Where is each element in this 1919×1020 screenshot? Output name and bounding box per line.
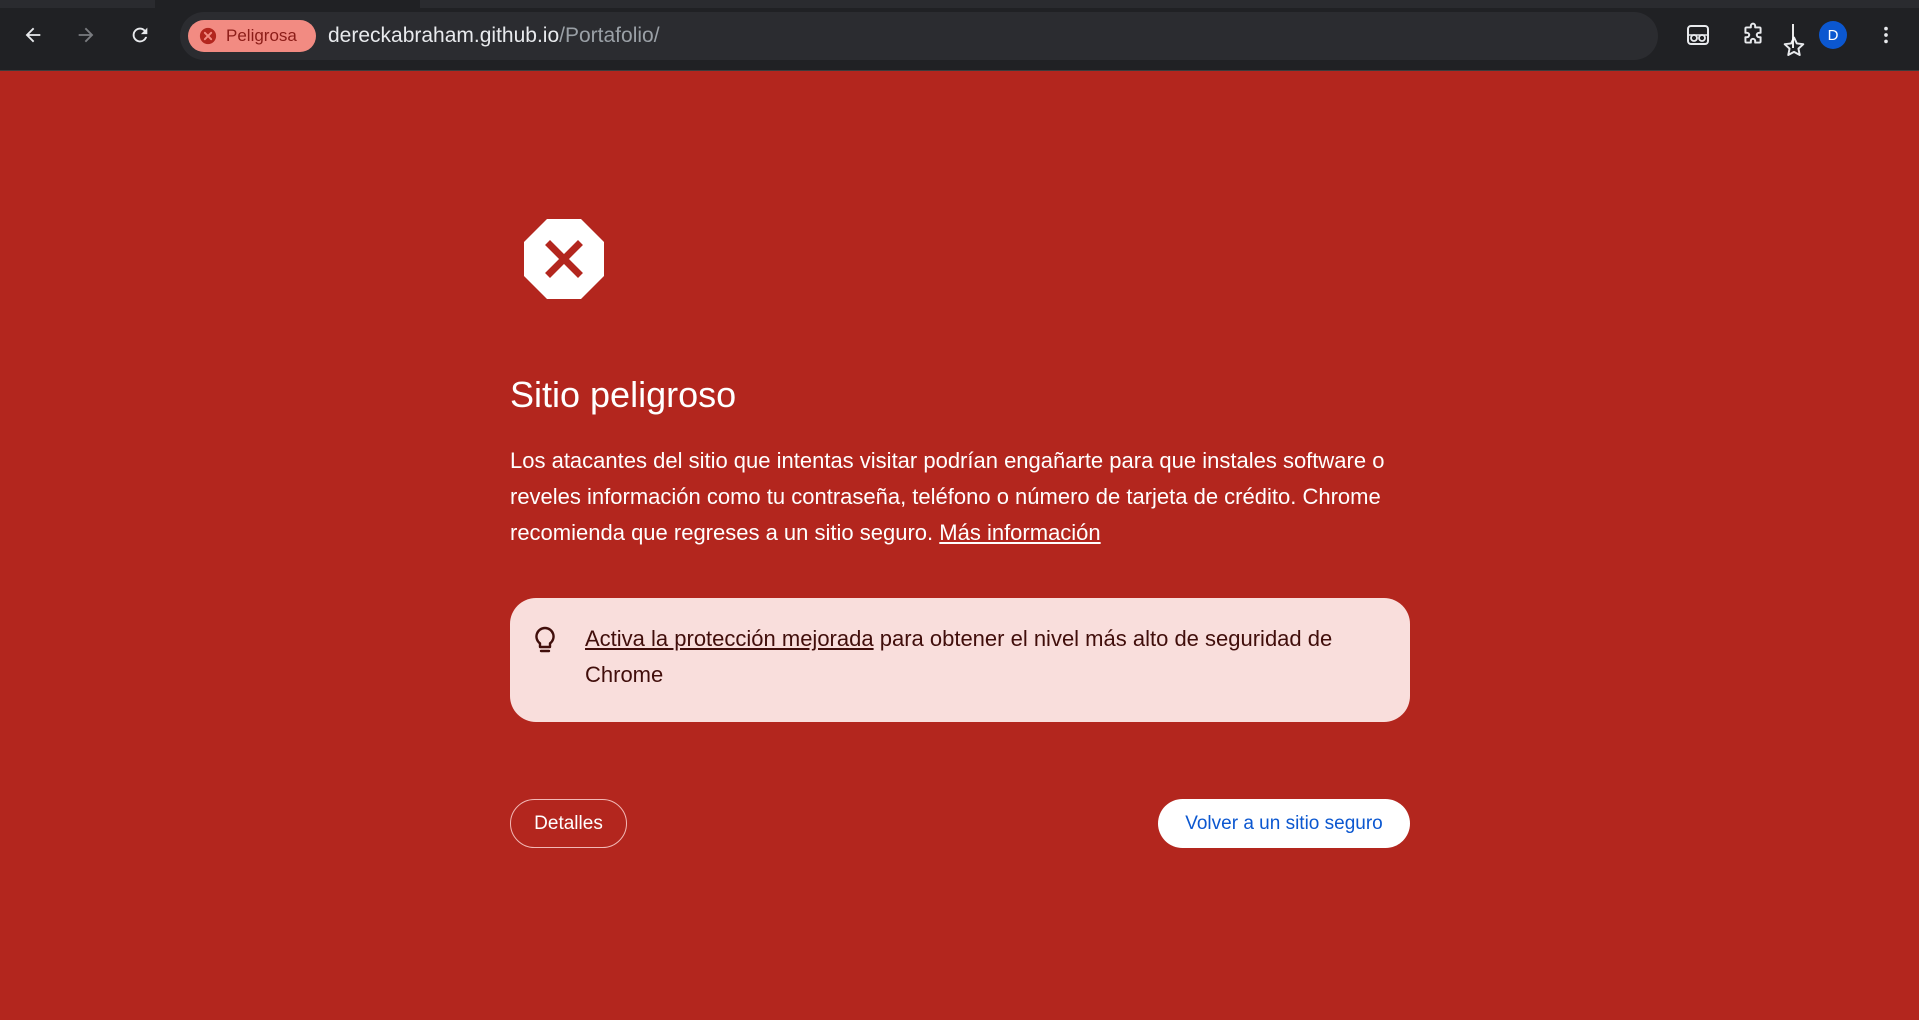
profile-avatar[interactable]: D xyxy=(1819,21,1847,49)
security-chip[interactable]: Peligrosa xyxy=(188,20,316,52)
url-path: /Portafolio/ xyxy=(559,24,660,47)
page-title: Sitio peligroso xyxy=(510,374,737,415)
warning-description: Los atacantes del sitio que intentas vis… xyxy=(510,443,1410,551)
enhanced-protection-tip: Activa la protección mejorada para obten… xyxy=(510,598,1410,722)
url-text[interactable]: dereckabraham.github.io/Portafolio/ xyxy=(328,24,660,48)
tip-text: Activa la protección mejorada para obten… xyxy=(585,621,1375,693)
reload-button[interactable] xyxy=(118,13,162,57)
back-to-safety-button[interactable]: Volver a un sitio seguro xyxy=(1158,799,1410,848)
danger-icon xyxy=(199,27,217,45)
browser-toolbar: Peligrosa dereckabraham.github.io/Portaf… xyxy=(0,0,1919,71)
forward-button[interactable] xyxy=(64,13,108,57)
forward-arrow-icon xyxy=(78,27,94,43)
reload-icon xyxy=(132,27,148,43)
stop-sign-x-icon xyxy=(524,219,604,299)
security-chip-label: Peligrosa xyxy=(226,26,297,45)
menu-dots-icon xyxy=(1884,26,1888,44)
toolbar-separator xyxy=(1792,24,1794,48)
enhanced-protection-link[interactable]: Activa la protección mejorada xyxy=(585,626,874,651)
back-button[interactable] xyxy=(11,13,55,57)
reading-mode-icon xyxy=(1687,25,1709,45)
active-tab-edge xyxy=(155,0,420,8)
reading-mode-button[interactable] xyxy=(1676,13,1720,57)
address-bar[interactable]: Peligrosa dereckabraham.github.io/Portaf… xyxy=(180,12,1805,60)
star-icon[interactable] xyxy=(1781,34,1807,60)
extensions-icon xyxy=(1744,22,1762,44)
menu-button[interactable] xyxy=(1864,13,1908,57)
extensions-button[interactable] xyxy=(1731,13,1775,57)
back-arrow-icon xyxy=(25,27,41,43)
tab-strip xyxy=(0,0,1919,8)
details-button[interactable]: Detalles xyxy=(510,799,627,848)
learn-more-link[interactable]: Más información xyxy=(939,520,1100,545)
url-host: dereckabraham.github.io xyxy=(328,24,560,47)
lightbulb-icon xyxy=(535,626,555,653)
